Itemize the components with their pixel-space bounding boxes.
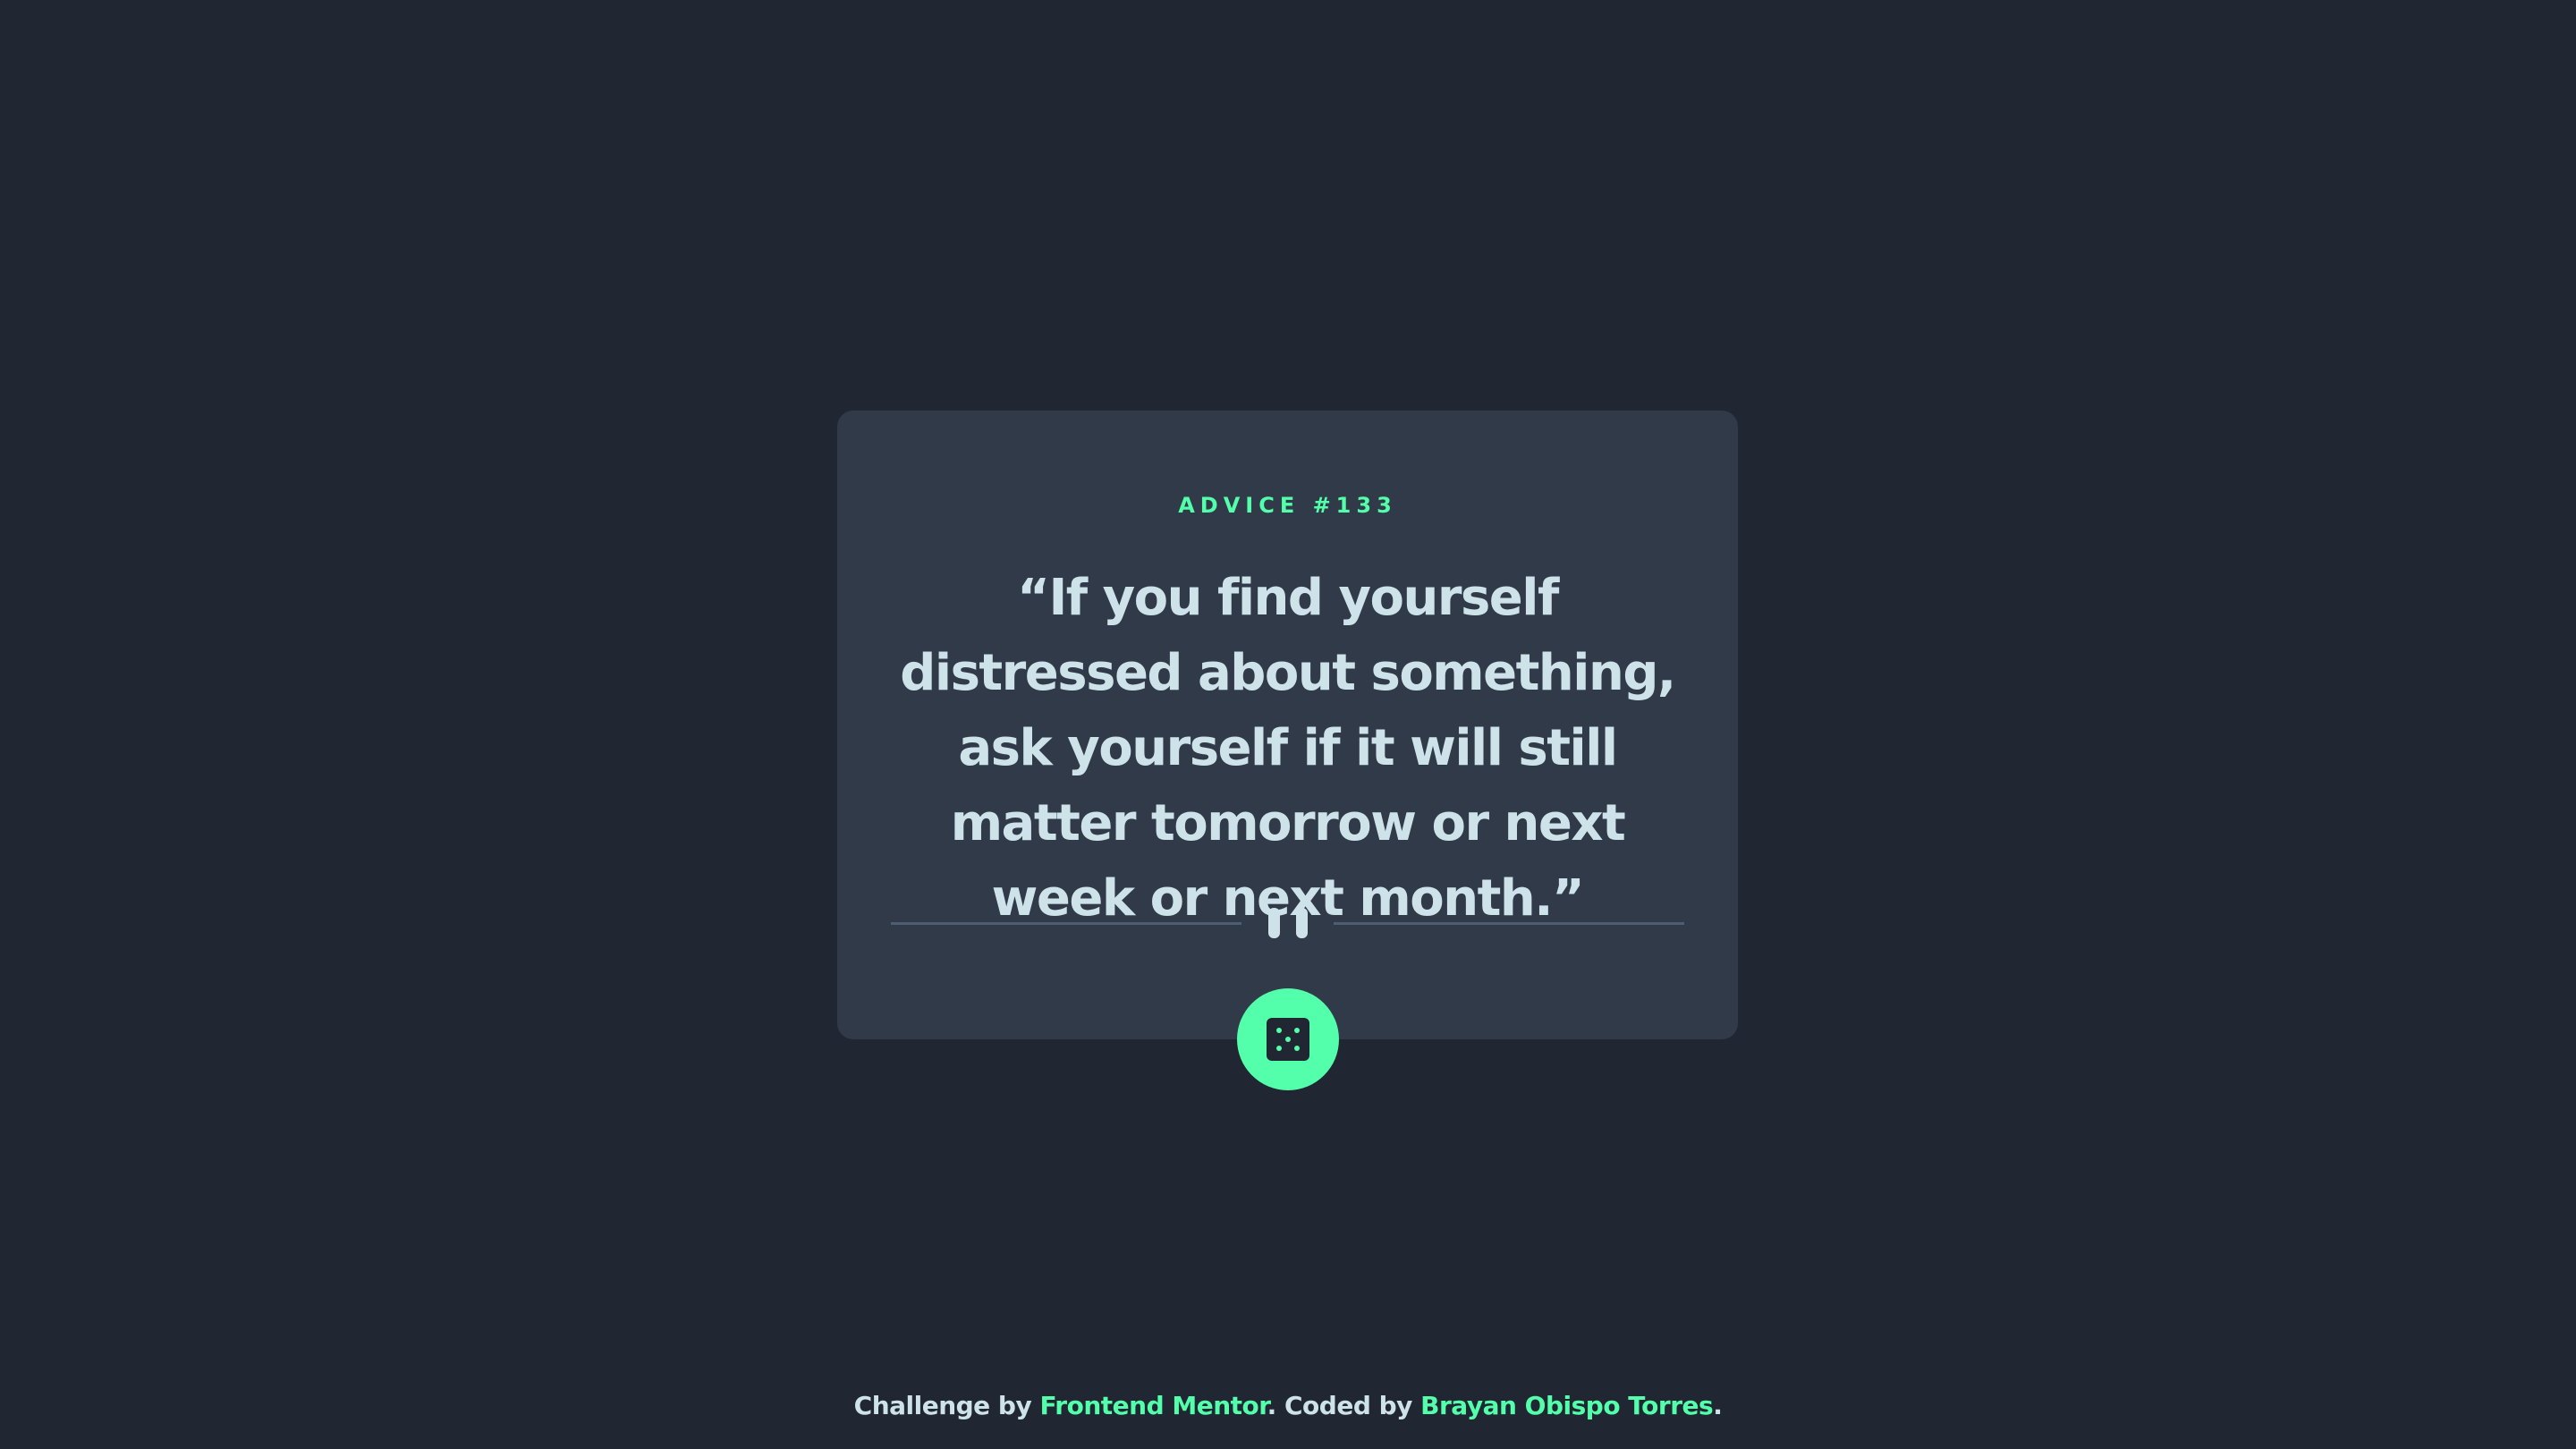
challenge-text: Challenge by	[853, 1391, 1040, 1420]
generate-advice-button[interactable]	[1237, 988, 1339, 1090]
advice-card: ADVICE #133 “If you find yourself distre…	[837, 411, 1738, 1039]
attribution-footer: Challenge by Frontend Mentor. Coded by B…	[0, 1386, 2576, 1426]
pause-bar-left	[1267, 908, 1280, 938]
advice-id: ADVICE #133	[1178, 493, 1397, 518]
footer-end-text: .	[1713, 1391, 1723, 1420]
pause-icon	[1267, 908, 1308, 938]
frontend-mentor-link[interactable]: Frontend Mentor	[1039, 1391, 1267, 1420]
divider-line-left	[891, 922, 1241, 925]
divider-line-right	[1334, 922, 1684, 925]
dice-icon	[1267, 1018, 1309, 1061]
advice-quote: “If you find yourself distressed about s…	[900, 569, 1676, 928]
author-link[interactable]: Brayan Obispo Torres	[1420, 1391, 1714, 1420]
coded-by-text: . Coded by	[1267, 1391, 1421, 1420]
pause-bar-right	[1295, 908, 1308, 938]
divider	[891, 905, 1684, 941]
